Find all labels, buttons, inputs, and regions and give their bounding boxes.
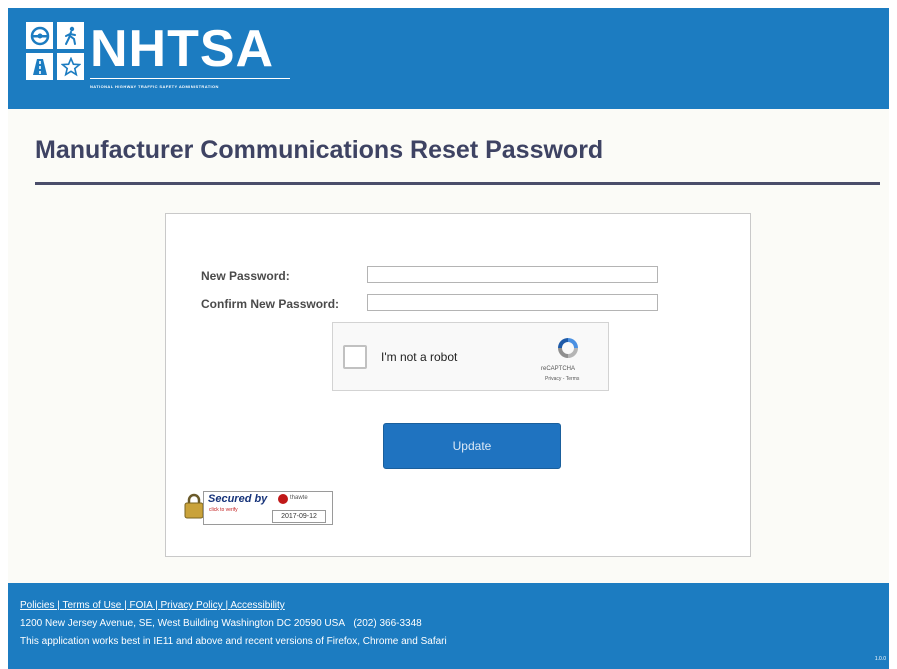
footer-link-terms-of-use[interactable]: Terms of Use: [62, 600, 121, 611]
footer-link-policies[interactable]: Policies: [20, 600, 54, 611]
update-button[interactable]: Update: [383, 423, 561, 469]
new-password-input[interactable]: [367, 266, 658, 283]
footer-address: 1200 New Jersey Avenue, SE, West Buildin…: [20, 618, 345, 629]
steering-wheel-icon: [26, 22, 53, 49]
recaptcha-brand: reCAPTCHA: [541, 366, 576, 372]
footer-phone: (202) 366-3348: [353, 618, 422, 629]
thawte-seal[interactable]: Secured by click to verify thawte 2017-0…: [181, 487, 335, 525]
header-banner: NHTSA NATIONAL HIGHWAY TRAFFIC SAFETY AD…: [8, 8, 889, 109]
logo-divider: [90, 78, 290, 79]
footer: Policies | Terms of Use | FOIA | Privacy…: [8, 583, 889, 669]
reset-password-form: New Password: Confirm New Password: I'm …: [165, 213, 751, 557]
footer-link-privacy-policy[interactable]: Privacy Policy: [160, 600, 222, 611]
title-divider: [35, 182, 880, 185]
thawte-logo-icon: [278, 494, 288, 504]
confirm-password-label: Confirm New Password:: [201, 297, 340, 311]
footer-link-accessibility[interactable]: Accessibility: [230, 600, 284, 611]
page: NHTSA NATIONAL HIGHWAY TRAFFIC SAFETY AD…: [8, 8, 889, 669]
confirm-password-input[interactable]: [367, 294, 658, 311]
star-icon: [57, 53, 84, 80]
footer-link-foia[interactable]: FOIA: [130, 600, 153, 611]
logo-icon-grid: [26, 22, 86, 82]
footer-address-line: 1200 New Jersey Avenue, SE, West Buildin…: [20, 618, 422, 629]
seal-date: 2017-09-12: [272, 510, 326, 523]
recaptcha-privacy-terms[interactable]: Privacy - Terms: [545, 376, 579, 382]
page-title: Manufacturer Communications Reset Passwo…: [35, 136, 604, 164]
padlock-icon: [184, 493, 204, 519]
pedestrian-icon: [57, 22, 84, 49]
logo-wordmark: NHTSA: [90, 20, 275, 78]
road-icon: [26, 53, 53, 80]
seal-brand: thawte: [290, 495, 308, 501]
footer-links: Policies | Terms of Use | FOIA | Privacy…: [20, 600, 285, 611]
recaptcha-icon: [558, 338, 578, 358]
recaptcha-widget: I'm not a robot reCAPTCHA Privacy - Term…: [332, 322, 609, 391]
recaptcha-label: I'm not a robot: [381, 350, 458, 364]
recaptcha-checkbox[interactable]: [343, 345, 367, 369]
seal-title: Secured by: [208, 493, 268, 505]
browser-support-note: This application works best in IE11 and …: [20, 636, 447, 647]
seal-badge: Secured by click to verify thawte 2017-0…: [203, 491, 333, 525]
seal-verify-text: click to verify: [209, 507, 238, 513]
nhtsa-logo[interactable]: NHTSA NATIONAL HIGHWAY TRAFFIC SAFETY AD…: [26, 20, 296, 94]
logo-subtitle: NATIONAL HIGHWAY TRAFFIC SAFETY ADMINIST…: [90, 84, 219, 89]
new-password-label: New Password:: [201, 269, 290, 283]
app-version: 1.0.0: [874, 656, 886, 662]
